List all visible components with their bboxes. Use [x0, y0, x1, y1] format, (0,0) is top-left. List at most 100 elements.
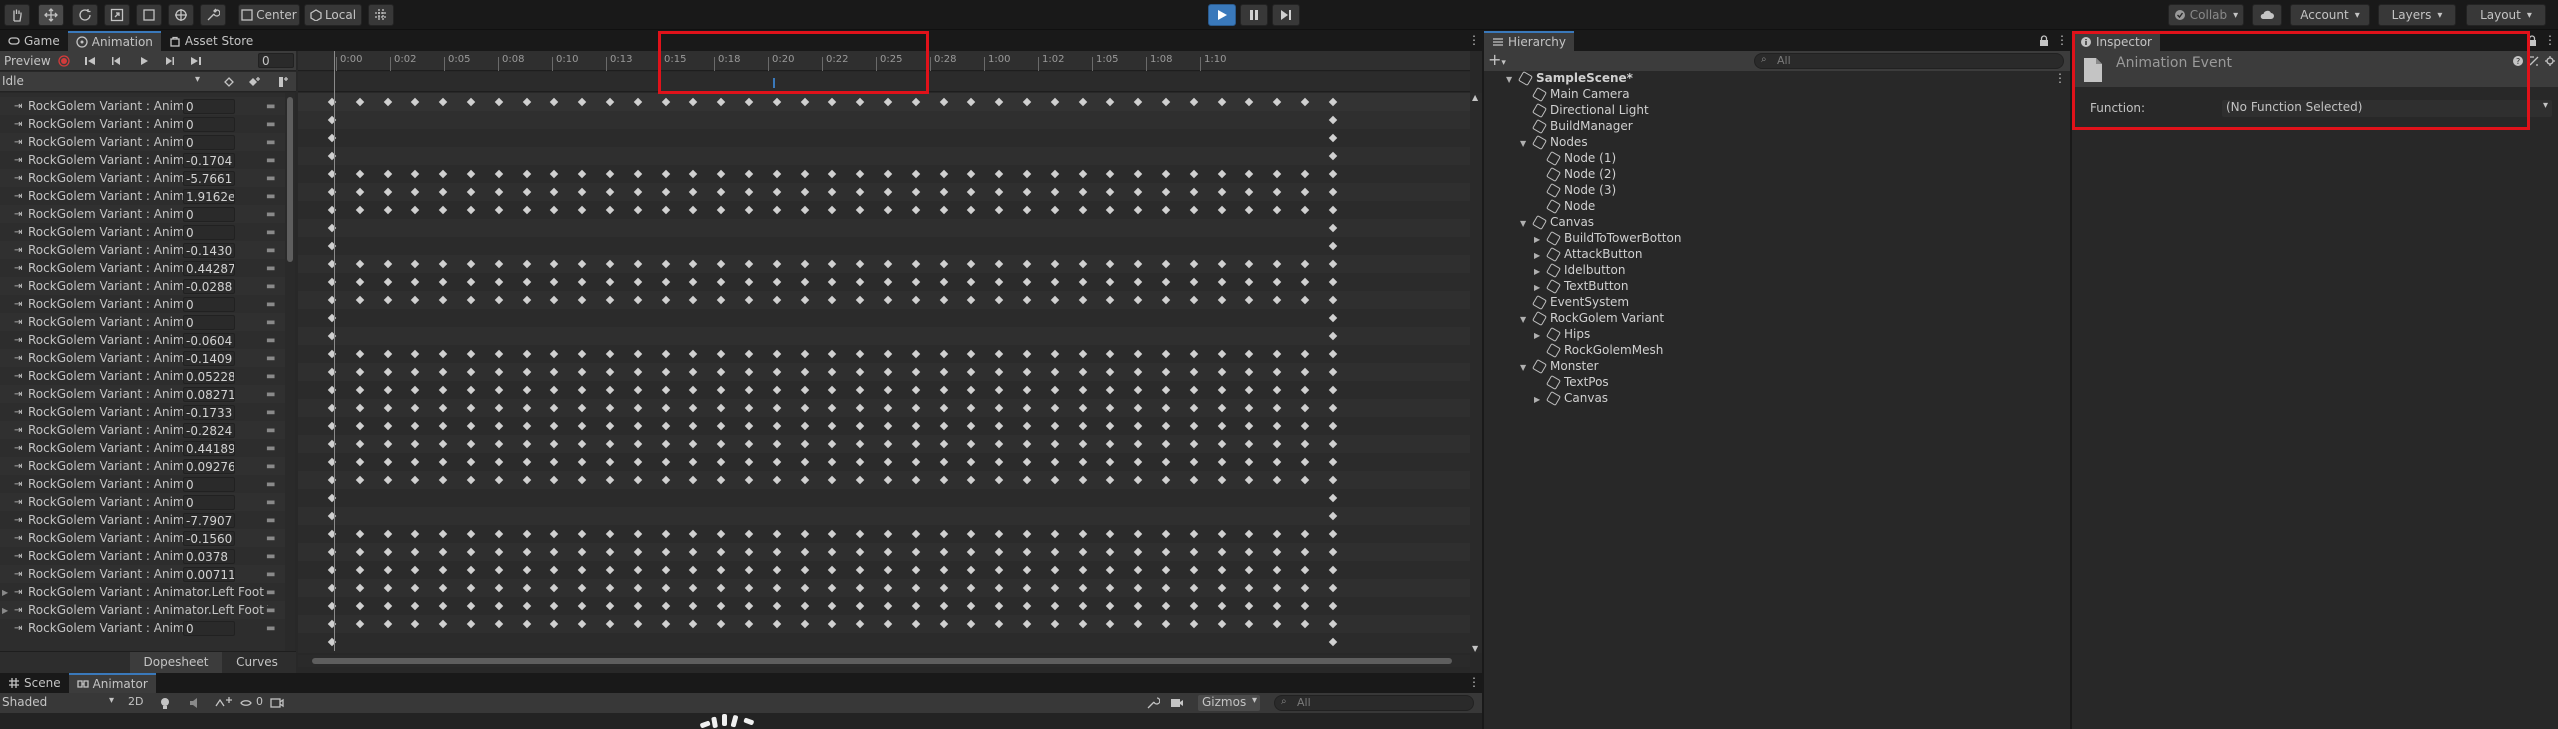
dopesheet-row[interactable] [298, 309, 1470, 327]
property-options-icon[interactable]: ▬ [266, 569, 275, 580]
hierarchy-search-input[interactable]: ⌕ All [1754, 53, 2064, 69]
property-value-field[interactable]: -0.0604 [183, 332, 235, 348]
hierarchy-item[interactable]: ▶ Hips [1484, 326, 2070, 343]
collapse-arrow-icon[interactable]: ▼ [1520, 219, 1526, 228]
property-options-icon[interactable]: ▬ [266, 371, 275, 382]
hierarchy-item[interactable]: Node [1484, 198, 2070, 215]
settings-gear-icon[interactable] [2544, 55, 2556, 67]
previous-key-icon[interactable] [110, 56, 122, 66]
hierarchy-item[interactable]: ▶ BuildToTowerBotton [1484, 230, 2070, 247]
tab-animation[interactable]: Animation [67, 31, 161, 51]
property-options-icon[interactable]: ▬ [266, 389, 275, 400]
dopesheet-row[interactable] [298, 327, 1470, 345]
property-value-field[interactable]: -0.0288 [183, 278, 235, 294]
property-value-field[interactable]: 0 [183, 476, 235, 492]
property-value-field[interactable]: 1.9162e [183, 188, 235, 204]
property-row[interactable]: ⇥ RockGolem Variant : Animator.1.9162e ▬ [0, 187, 290, 205]
property-value-field[interactable]: -0.1430 [183, 242, 235, 258]
property-value-field[interactable]: 0.44287 [183, 260, 235, 276]
property-value-field[interactable]: 0 [183, 98, 235, 114]
property-list-scrollbar[interactable] [285, 93, 295, 663]
timeline-vertical-scrollbar[interactable]: ▲ ▼ [1470, 93, 1482, 653]
shading-dropdown[interactable]: Shaded ▾ [2, 695, 116, 711]
hierarchy-item[interactable]: BuildManager [1484, 118, 2070, 135]
hierarchy-item[interactable]: ▶ Canvas [1484, 390, 2070, 407]
tab-game[interactable]: Game [0, 31, 68, 51]
property-row[interactable]: ⇥ RockGolem Variant : Animator.0.44287 ▬ [0, 259, 290, 277]
property-row[interactable]: ⇥ RockGolem Variant : Animator.-0.0604 ▬ [0, 331, 290, 349]
record-icon[interactable] [58, 55, 70, 67]
property-row[interactable]: ⇥ RockGolem Variant : Animator.-0.0288 ▬ [0, 277, 290, 295]
property-row[interactable]: ⇥ RockGolem Variant : Animator.0 ▬ [0, 205, 290, 223]
property-value-field[interactable]: 0 [183, 224, 235, 240]
hierarchy-item[interactable]: RockGolemMesh [1484, 342, 2070, 359]
hierarchy-item[interactable]: TextPos [1484, 374, 2070, 391]
property-options-icon[interactable]: ▬ [266, 461, 275, 472]
hierarchy-item[interactable]: ▼ Nodes [1484, 134, 2070, 151]
dopesheet-row[interactable] [298, 633, 1470, 651]
transform-tool-button[interactable] [168, 4, 194, 26]
curves-tab[interactable]: Curves [226, 652, 288, 673]
property-options-icon[interactable]: ▬ [266, 101, 275, 112]
last-key-icon[interactable] [190, 56, 202, 66]
property-row[interactable]: ⇥ RockGolem Variant : Animator.0.00711 ▬ [0, 565, 290, 583]
property-scroll-thumb[interactable] [287, 97, 293, 262]
dopesheet-tab[interactable]: Dopesheet [130, 652, 222, 673]
pivot-center-button[interactable]: Center [238, 4, 300, 26]
property-value-field[interactable]: 0 [183, 314, 235, 330]
property-row[interactable]: ⇥ RockGolem Variant : Animator.0.08271 ▬ [0, 385, 290, 403]
lighting-icon[interactable] [158, 696, 172, 710]
hierarchy-item[interactable]: Directional Light [1484, 102, 2070, 119]
property-options-icon[interactable]: ▬ [266, 587, 275, 598]
property-value-field[interactable]: 0 [183, 116, 235, 132]
property-value-field[interactable]: 0.44189 [183, 440, 235, 456]
keyframe-diamond-icon[interactable] [222, 76, 236, 88]
property-value-field[interactable]: -0.2824 [183, 422, 235, 438]
expand-arrow-icon[interactable]: ▶ [2, 606, 8, 615]
hierarchy-menu-icon[interactable]: ⋮ [2056, 31, 2070, 51]
gizmos-dropdown[interactable]: Gizmos ▾ [1198, 695, 1260, 711]
property-options-icon[interactable]: ▬ [266, 137, 275, 148]
hierarchy-item[interactable]: ▼ SampleScene* ⋮ [1484, 70, 2070, 87]
property-options-icon[interactable]: ▬ [266, 119, 275, 130]
property-value-field[interactable]: 0.0378 [183, 548, 235, 564]
lock-icon[interactable] [2038, 35, 2050, 47]
hierarchy-item[interactable]: ▶ Idelbutton [1484, 262, 2070, 279]
pivot-local-button[interactable]: Local [304, 4, 362, 26]
property-options-icon[interactable]: ▬ [266, 443, 275, 454]
property-options-icon[interactable]: ▬ [266, 605, 275, 616]
property-value-field[interactable]: 0.05228 [183, 368, 235, 384]
add-event-icon[interactable] [276, 76, 290, 88]
property-row[interactable]: ⇥ RockGolem Variant : Animator.0.44189 ▬ [0, 439, 290, 457]
property-row[interactable]: ⇥ RockGolem Variant : Animator.-0.2824 ▬ [0, 421, 290, 439]
preview-toggle[interactable]: Preview [4, 54, 51, 68]
inspector-menu-icon[interactable]: ⋮ [2544, 31, 2558, 51]
collapse-arrow-icon[interactable]: ▼ [1520, 315, 1526, 324]
play-button[interactable] [1208, 4, 1236, 26]
property-row[interactable]: ⇥ RockGolem Variant : Animator.0 ▬ [0, 97, 290, 115]
property-options-icon[interactable]: ▬ [266, 353, 275, 364]
property-options-icon[interactable]: ▬ [266, 245, 275, 256]
custom-tool-button[interactable] [200, 4, 226, 26]
property-row[interactable]: ⇥ RockGolem Variant : Animator.-0.1704 ▬ [0, 151, 290, 169]
hierarchy-item[interactable]: Node (3) [1484, 182, 2070, 199]
property-options-icon[interactable]: ▬ [266, 551, 275, 562]
property-value-field[interactable]: -0.1733 [183, 404, 235, 420]
grid-snap-button[interactable] [368, 4, 394, 26]
property-options-icon[interactable]: ▬ [266, 209, 275, 220]
2d-toggle[interactable]: 2D [128, 695, 148, 711]
hierarchy-item[interactable]: EventSystem [1484, 294, 2070, 311]
camera-options-icon[interactable] [270, 696, 284, 710]
property-row[interactable]: ▶ ⇥ RockGolem Variant : Animator.Left Foot… [0, 583, 290, 601]
hand-tool-button[interactable] [4, 4, 30, 26]
property-options-icon[interactable]: ▬ [266, 497, 275, 508]
property-value-field[interactable]: -0.1704 [183, 152, 235, 168]
panel-menu-icon[interactable]: ⋮ [1468, 31, 1482, 51]
layout-dropdown[interactable]: Layout [2466, 4, 2546, 26]
dopesheet-row[interactable] [298, 129, 1470, 147]
property-options-icon[interactable]: ▬ [266, 515, 275, 526]
expand-arrow-icon[interactable]: ▶ [2, 588, 8, 597]
property-options-icon[interactable]: ▬ [266, 191, 275, 202]
hierarchy-item[interactable]: ▼ Canvas [1484, 214, 2070, 231]
expand-arrow-icon[interactable]: ▶ [1534, 251, 1540, 260]
